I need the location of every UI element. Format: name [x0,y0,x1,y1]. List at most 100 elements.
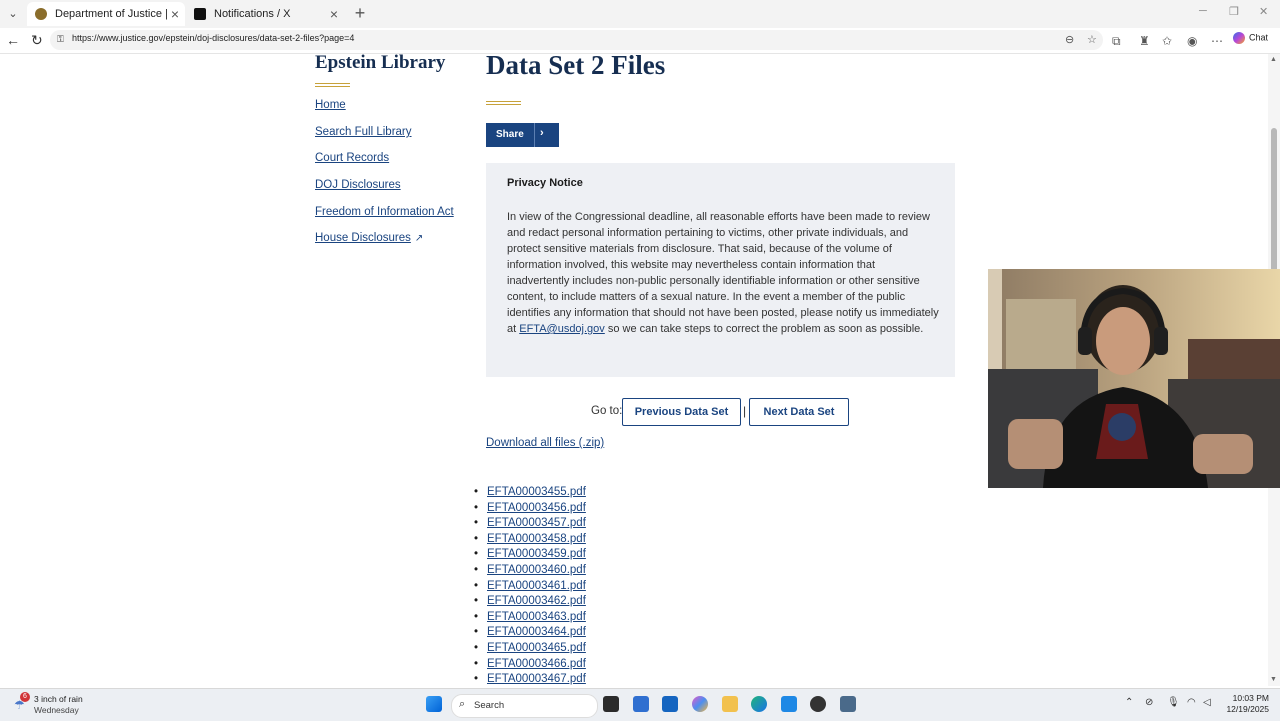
file-link[interactable]: EFTA00003464.pdf [487,626,586,638]
page-title: Data Set 2 Files [486,54,666,80]
previous-data-set-button[interactable]: Previous Data Set [622,398,741,426]
close-window-icon[interactable]: ✕ [1259,5,1268,18]
taskbar-search-box[interactable]: ⌕ Search [451,694,598,718]
close-tab-icon[interactable]: × [330,2,338,26]
notice-text: In view of the Congressional deadline, a… [507,211,939,335]
sidebar-link-search[interactable]: Search Full Library [315,126,412,138]
file-link[interactable]: EFTA00003462.pdf [487,595,586,607]
file-link[interactable]: EFTA00003466.pdf [487,658,586,670]
browser-toolbar: ← ↻ ⚿ https://www.justice.gov/epstein/do… [0,28,1280,54]
notification-badge: 6 [20,692,30,702]
browser-essentials-icon[interactable]: ♜ [1139,34,1150,48]
sidebar-link-foia[interactable]: Freedom of Information Act [315,206,454,218]
extensions-icon[interactable]: ⧉ [1112,34,1121,49]
sidebar-link-home[interactable]: Home [315,99,346,111]
file-link[interactable]: EFTA00003455.pdf [487,486,586,498]
tab-title: Notifications / X [214,8,291,20]
search-icon: ⌕ [459,698,466,710]
file-list-item: EFTA00003461.pdf [474,579,586,595]
copilot-app-icon[interactable] [692,696,708,712]
chevron-right-icon: › [540,127,544,139]
tab-actions-chevron-icon[interactable]: ⌄ [4,5,22,23]
notepad-icon[interactable] [781,696,797,712]
weather-day: Wednesday [34,705,79,715]
more-menu-icon[interactable]: ⋯ [1211,34,1223,48]
file-list-item: EFTA00003455.pdf [474,485,586,501]
task-view-icon[interactable] [603,696,619,712]
favorite-star-icon[interactable]: ☆ [1087,33,1097,46]
edge-browser-icon[interactable] [751,696,767,712]
store-icon[interactable] [662,696,678,712]
email-link[interactable]: EFTA@usdoj.gov [519,323,605,335]
file-link[interactable]: EFTA00003461.pdf [487,580,586,592]
tab-doj[interactable]: Department of Justice | Data Set 2 × [27,2,185,26]
copilot-chat-button[interactable]: Chat [1233,32,1268,44]
site-info-icon[interactable]: ⚿ [57,34,67,44]
camera-off-icon[interactable]: ⊘ [1145,697,1153,708]
file-list-item: EFTA00003466.pdf [474,657,586,673]
share-button[interactable]: Share › [486,123,559,147]
chat-label: Chat [1249,32,1269,43]
tab-title: Department of Justice | Data Set 2 [55,8,167,20]
privacy-notice-body: In view of the Congressional deadline, a… [507,209,939,337]
privacy-notice-heading: Privacy Notice [507,177,583,189]
doj-seal-icon [35,8,47,20]
sidebar-title: Epstein Library [315,54,446,73]
windows-start-icon[interactable] [426,696,442,712]
volume-icon[interactable]: ◁ [1203,697,1211,708]
webcam-overlay [988,269,1280,488]
file-link[interactable]: EFTA00003463.pdf [487,611,586,623]
file-list-item: EFTA00003456.pdf [474,501,586,517]
close-tab-icon[interactable]: × [171,2,179,26]
download-all-zip-link[interactable]: Download all files (.zip) [486,437,604,449]
microphone-icon[interactable]: 🎙 [1167,697,1180,708]
scroll-up-arrow-icon[interactable]: ▲ [1270,56,1277,63]
notice-text-end: so we can take steps to correct the prob… [604,323,924,335]
defender-shield-icon[interactable] [633,696,649,712]
copilot-icon [1233,32,1245,44]
obs-icon[interactable] [810,696,826,712]
back-arrow-icon[interactable]: ← [6,32,20,48]
file-list-item: EFTA00003459.pdf [474,547,586,563]
snipping-tool-icon[interactable] [840,696,856,712]
title-accent-bar [315,83,350,87]
file-list: EFTA00003455.pdf EFTA00003456.pdf EFTA0000… [474,485,586,686]
scroll-down-arrow-icon[interactable]: ▼ [1270,676,1277,683]
file-link[interactable]: EFTA00003458.pdf [487,533,586,545]
reload-icon[interactable]: ↻ [31,32,43,49]
sidebar-link-house-disclosures-wrap[interactable]: House Disclosures ↗ [315,232,423,244]
file-link[interactable]: EFTA00003456.pdf [487,502,586,514]
file-list-item: EFTA00003463.pdf [474,610,586,626]
clock-date: 12/19/2025 [1226,704,1269,714]
privacy-notice: Privacy Notice In view of the Congressio… [486,163,955,377]
favorites-icon[interactable]: ✩ [1162,34,1172,48]
clock-time: 10:03 PM [1232,693,1269,703]
file-list-item: EFTA00003462.pdf [474,594,586,610]
file-link[interactable]: EFTA00003459.pdf [487,548,586,560]
file-list-item: EFTA00003467.pdf [474,672,586,686]
profile-avatar-icon[interactable]: ◉ [1187,34,1197,48]
wifi-icon[interactable]: ◠ [1187,697,1196,708]
sidebar-link-doj-disclosures[interactable]: DOJ Disclosures [315,179,401,191]
file-link[interactable]: EFTA00003467.pdf [487,673,586,685]
file-link[interactable]: EFTA00003460.pdf [487,564,586,576]
file-explorer-icon[interactable] [722,696,738,712]
reader-mode-icon[interactable]: ⊖ [1065,33,1074,46]
address-bar[interactable]: ⚿ https://www.justice.gov/epstein/doj-di… [50,30,1103,50]
x-logo-icon [194,8,206,20]
file-link[interactable]: EFTA00003457.pdf [487,517,586,529]
tab-x-notifications[interactable]: Notifications / X × [186,2,344,26]
file-link[interactable]: EFTA00003465.pdf [487,642,586,654]
minimize-icon[interactable]: ─ [1199,5,1207,17]
goto-label: Go to: [591,405,623,417]
taskbar: ☂ 6 3 inch of rain Wednesday ⌕ Search ⌃ … [0,688,1280,721]
new-tab-plus-icon[interactable]: + [351,3,369,24]
next-data-set-button[interactable]: Next Data Set [749,398,849,426]
search-placeholder: Search [474,700,505,711]
url-text[interactable]: https://www.justice.gov/epstein/doj-disc… [72,33,354,43]
maximize-icon[interactable]: ❐ [1229,5,1239,18]
show-hidden-icons-chevron-icon[interactable]: ⌃ [1125,697,1133,708]
sidebar-link-house-disclosures[interactable]: House Disclosures [315,232,411,244]
sidebar-link-court-records[interactable]: Court Records [315,152,389,164]
system-clock[interactable]: 10:03 PM 12/19/2025 [1224,693,1269,715]
